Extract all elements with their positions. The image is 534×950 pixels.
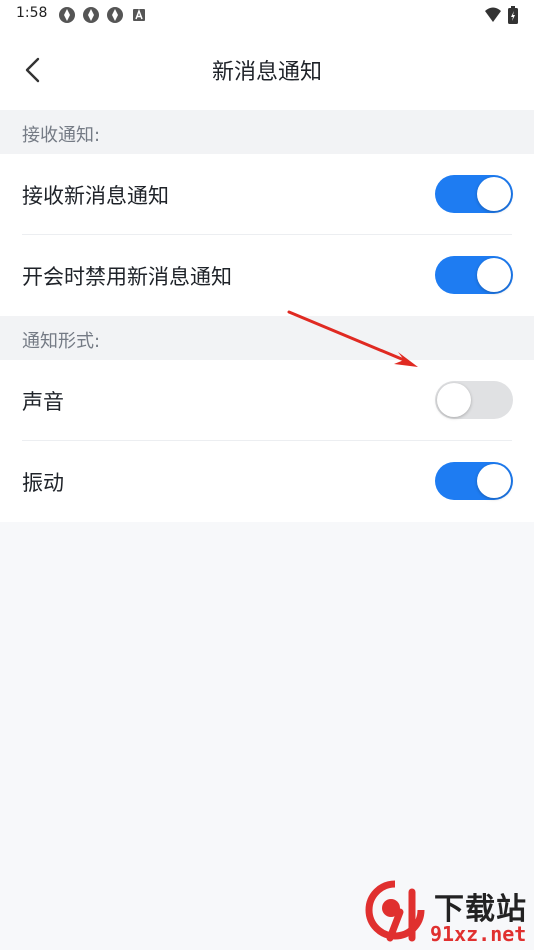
toggle-knob	[477, 464, 511, 498]
watermark-text-bottom: 91xz.net	[430, 922, 527, 946]
battery-charging-icon	[508, 6, 518, 24]
nav-bar: 新消息通知	[0, 30, 534, 110]
status-notification-icons	[58, 6, 148, 24]
setting-row-disable-during-meeting[interactable]: 开会时禁用新消息通知	[0, 235, 534, 316]
setting-row-sound[interactable]: 声音	[0, 360, 534, 441]
toggle-knob	[437, 383, 471, 417]
page-title: 新消息通知	[211, 60, 322, 85]
app-notification-icon	[83, 7, 99, 23]
watermark: 下载站 91xz.net	[360, 878, 534, 950]
setting-label: 声音	[22, 390, 64, 414]
disable-during-meeting-toggle[interactable]	[435, 256, 513, 294]
setting-label: 振动	[22, 471, 64, 495]
app-notification-icon	[107, 7, 123, 23]
status-system-icons	[484, 6, 518, 24]
section-header-receive: 接收通知:	[0, 110, 534, 154]
setting-row-receive-notifications[interactable]: 接收新消息通知	[0, 154, 534, 235]
setting-label: 开会时禁用新消息通知	[22, 265, 232, 289]
sound-toggle[interactable]	[435, 381, 513, 419]
toggle-knob	[477, 258, 511, 292]
watermark-logo-icon	[365, 880, 425, 942]
setting-row-vibration[interactable]: 振动	[0, 441, 534, 522]
receive-notifications-toggle[interactable]	[435, 175, 513, 213]
setting-label: 接收新消息通知	[22, 184, 169, 208]
wifi-icon	[485, 7, 501, 22]
status-bar: 1:58	[0, 0, 534, 30]
section-header-notification-style: 通知形式:	[0, 316, 534, 360]
toggle-knob	[477, 177, 511, 211]
section-header-label: 通知形式:	[22, 331, 101, 352]
annotation-arrow-icon	[287, 310, 418, 367]
status-time: 1:58	[16, 5, 48, 21]
a-icon	[133, 8, 145, 21]
section-header-label: 接收通知:	[22, 125, 101, 146]
vibration-toggle[interactable]	[435, 462, 513, 500]
app-notification-icon	[59, 7, 75, 23]
